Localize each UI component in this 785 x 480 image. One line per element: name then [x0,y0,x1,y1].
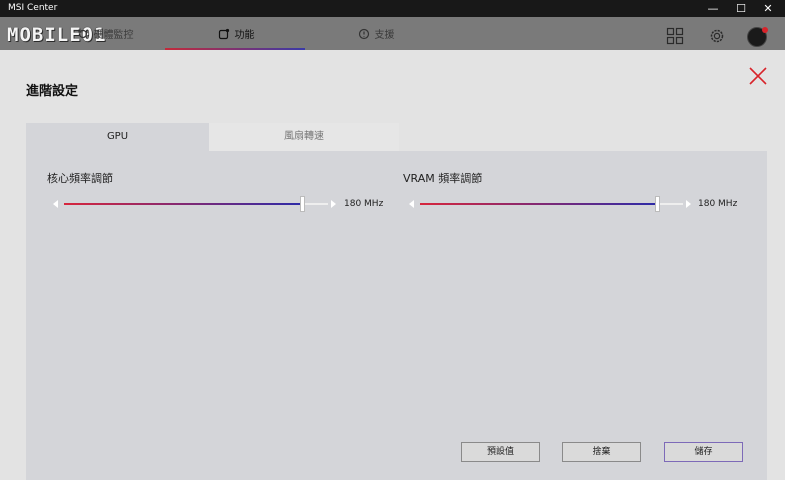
increase-arrow-icon[interactable] [686,200,691,208]
discard-button[interactable]: 捨棄 [562,442,641,462]
tab-label: 功能 [234,30,255,41]
tab-fan-speed[interactable]: 風扇轉速 [209,123,399,151]
increase-arrow-icon[interactable] [331,200,336,208]
slider-fill [420,203,657,205]
app-name: MSI Center [8,3,58,13]
grid-icon[interactable] [666,27,684,45]
core-clock-slider[interactable] [64,203,328,205]
tab-support[interactable]: 支援 [345,17,407,50]
gear-icon[interactable] [708,27,726,45]
tab-label: 硬體監控 [93,30,134,41]
subtab-bar: GPU 風扇轉速 [26,123,399,151]
active-tab-indicator [165,48,305,50]
feature-icon [218,28,229,39]
page-title: 進階設定 [26,84,79,99]
tab-gpu[interactable]: GPU [26,123,209,151]
title-bar: MSI Center — ☐ ✕ [0,0,785,17]
default-button[interactable]: 預設值 [461,442,540,462]
decrease-arrow-icon[interactable] [409,200,414,208]
slider-thumb[interactable] [299,196,305,212]
tab-label: 支援 [374,30,395,41]
refresh-icon [77,29,87,38]
vram-clock-label: VRAM 頻率調節 [403,172,483,185]
save-button[interactable]: 儲存 [664,442,743,462]
tab-hardware-monitor[interactable]: 硬體監控 [60,17,150,50]
minimize-button[interactable]: — [703,1,723,16]
slider-fill [64,203,302,205]
decrease-arrow-icon[interactable] [53,200,58,208]
tab-features[interactable]: 功能 [200,17,272,50]
avatar[interactable] [747,27,768,47]
close-icon[interactable] [748,66,768,86]
core-clock-label: 核心頻率調節 [47,172,113,185]
maximize-button[interactable]: ☐ [731,1,751,16]
support-icon [358,28,369,39]
nav-bar: MOBILE01 硬體監控 功能 支援 [0,17,785,50]
core-clock-value: 180 MHz [344,199,384,209]
slider-thumb[interactable] [654,196,660,212]
vram-clock-slider[interactable] [420,203,683,205]
close-window-button[interactable]: ✕ [758,1,778,16]
vram-clock-value: 180 MHz [698,199,738,209]
